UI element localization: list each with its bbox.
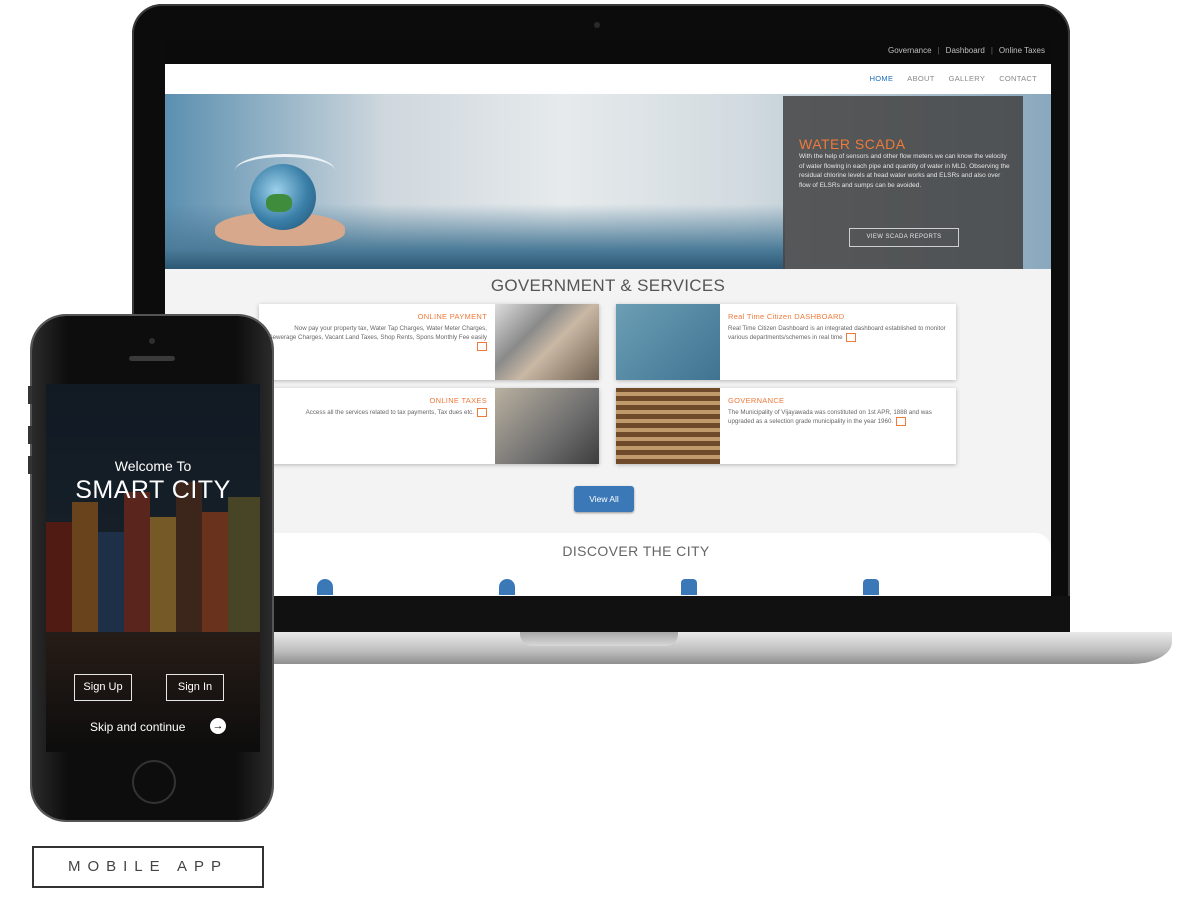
scada-description: With the help of sensors and other flow … [799, 153, 1010, 189]
laptop-screen: Governance | Dashboard | Online Taxes HO… [165, 40, 1051, 596]
welcome-text: Welcome To [114, 458, 192, 474]
top-link-online-taxes[interactable]: Online Taxes [999, 46, 1045, 55]
nav-about[interactable]: ABOUT [907, 74, 934, 83]
view-scada-reports-button[interactable]: VIEW SCADA REPORTS [849, 228, 959, 247]
more-icon[interactable] [477, 342, 487, 351]
more-icon[interactable] [896, 417, 907, 426]
card-text-body: Access all the services related to tax p… [305, 409, 474, 417]
separator: | [990, 46, 993, 55]
governance-image [616, 388, 720, 464]
card-text-body: Real Time Citizen Dashboard is an integr… [728, 325, 946, 342]
more-icon[interactable] [477, 408, 487, 417]
card-title: GOVERNANCE [728, 396, 785, 405]
card-online-taxes[interactable]: ONLINE TAXES Access all the services rel… [259, 388, 599, 464]
phone-speaker [129, 356, 175, 361]
hero-globe-image [250, 164, 316, 230]
phone-side-button [28, 386, 32, 404]
card-title: ONLINE PAYMENT [417, 312, 487, 321]
nav-gallery[interactable]: GALLERY [949, 74, 986, 83]
discover-section: DISCOVER THE CITY [221, 533, 1051, 596]
discover-icon-home[interactable] [863, 579, 879, 595]
card-text: Real Time Citizen Dashboard is an integr… [728, 324, 948, 342]
payment-image [495, 304, 599, 380]
laptop-notch [520, 632, 678, 646]
nav-contact[interactable]: CONTACT [999, 74, 1037, 83]
phone-home-button [132, 760, 176, 804]
discover-icon-1[interactable] [317, 579, 333, 595]
caption-text: MOBILE APP [67, 858, 229, 875]
discover-icon-3[interactable] [681, 579, 697, 595]
main-nav: HOME ABOUT GALLERY CONTACT [165, 64, 1051, 94]
top-links: Governance | Dashboard | Online Taxes [888, 46, 1045, 55]
card-text: The Municipality of Vijayawada was const… [728, 408, 948, 426]
nav-home[interactable]: HOME [870, 74, 894, 83]
card-text: Access all the services related to tax p… [267, 408, 487, 417]
card-title: Real Time Citizen DASHBOARD [728, 312, 845, 321]
more-icon[interactable] [845, 333, 856, 342]
card-text-body: Now pay your property tax, Water Tap Cha… [268, 325, 487, 341]
scada-panel: WATER SCADA With the help of sensors and… [783, 96, 1023, 269]
sign-in-button[interactable]: Sign In [166, 674, 224, 701]
arrow-right-icon[interactable]: → [210, 718, 226, 734]
laptop-bezel [132, 596, 1070, 632]
discover-icon-2[interactable] [499, 579, 515, 595]
discover-title: DISCOVER THE CITY [562, 543, 710, 559]
card-online-payment[interactable]: ONLINE PAYMENT Now pay your property tax… [259, 304, 599, 380]
dashboard-image [616, 304, 720, 380]
phone-screen: Welcome To SMART CITY Sign Up Sign In Sk… [46, 384, 260, 752]
card-text: Now pay your property tax, Water Tap Cha… [267, 324, 487, 351]
laptop-camera [594, 22, 600, 28]
separator: | [937, 46, 940, 55]
top-bar: Governance | Dashboard | Online Taxes [165, 40, 1051, 64]
card-governance[interactable]: GOVERNANCE The Municipality of Vijayawad… [616, 388, 956, 464]
phone-camera [149, 338, 155, 344]
scada-title: WATER SCADA [799, 136, 906, 152]
skip-link[interactable]: Skip and continue [90, 720, 185, 734]
top-link-dashboard[interactable]: Dashboard [946, 46, 985, 55]
view-all-button[interactable]: View All [574, 486, 634, 512]
sign-up-button[interactable]: Sign Up [74, 674, 132, 701]
taxes-image [495, 388, 599, 464]
phone-frame: Welcome To SMART CITY Sign Up Sign In Sk… [28, 316, 272, 820]
section-title: GOVERNMENT & SERVICES [490, 276, 726, 295]
caption-box: MOBILE APP [32, 846, 264, 888]
card-title: ONLINE TAXES [429, 396, 487, 405]
app-title: SMART CITY [75, 476, 231, 504]
phone-side-button [28, 456, 32, 474]
top-link-governance[interactable]: Governance [888, 46, 932, 55]
phone-side-button [28, 426, 32, 444]
card-citizen-dashboard[interactable]: Real Time Citizen DASHBOARD Real Time Ci… [616, 304, 956, 380]
